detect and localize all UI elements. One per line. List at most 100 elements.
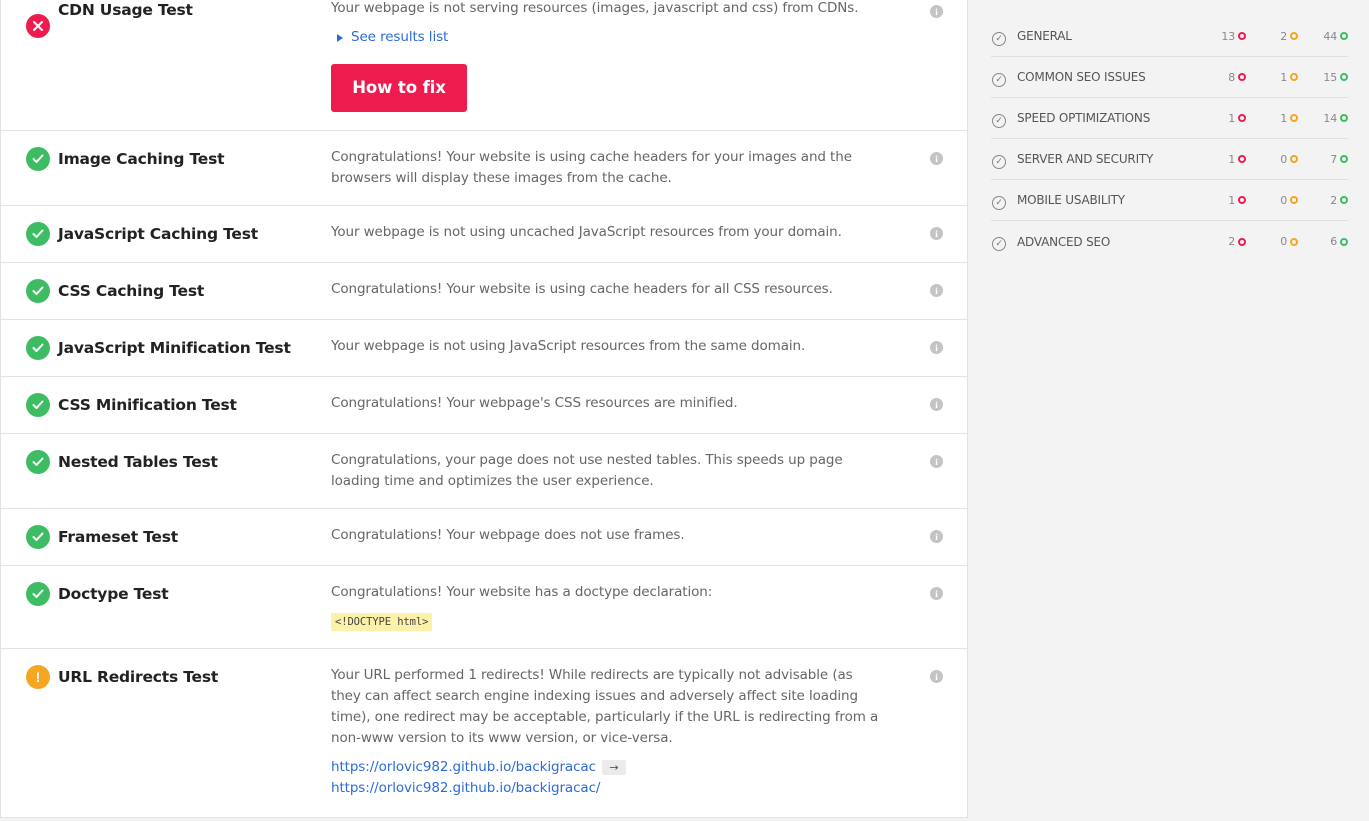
- failed-count: 13: [1216, 30, 1246, 43]
- warning-count: 0: [1246, 194, 1298, 207]
- test-description-block: Congratulations! Your website has a doct…: [331, 566, 879, 648]
- info-icon[interactable]: i: [930, 530, 943, 543]
- info-icon[interactable]: i: [930, 455, 943, 468]
- failed-dot-icon: [1238, 196, 1246, 204]
- warning-dot-icon: [1290, 32, 1298, 40]
- passed-dot-icon: [1340, 73, 1348, 81]
- info-icon[interactable]: i: [930, 152, 943, 165]
- test-row-cdn-usage: CDN Usage Test Your webpage is not servi…: [1, 0, 967, 131]
- warning-dot-icon: [1290, 237, 1298, 246]
- test-row-doctype: Doctype Test Congratulations! Your websi…: [1, 566, 967, 649]
- pass-check-icon: [26, 525, 50, 549]
- failed-count: 1: [1216, 194, 1246, 207]
- info-icon[interactable]: i: [930, 398, 943, 411]
- category-advanced-seo[interactable]: ✓ ADVANCED SEO 2 0 6: [991, 221, 1348, 262]
- test-description: Congratulations! Your webpage does not u…: [331, 527, 685, 543]
- passed-count: 6: [1298, 235, 1348, 248]
- failed-count: 1: [1216, 112, 1246, 125]
- test-name: Frameset Test: [58, 528, 178, 546]
- passed-count: 44: [1298, 30, 1348, 43]
- redirect-link-row: https://orlovic982.github.io/backigracac…: [331, 757, 879, 778]
- test-row-image-caching: Image Caching Test Congratulations! Your…: [1, 131, 967, 206]
- test-description: Congratulations! Your webpage's CSS reso…: [331, 395, 738, 411]
- category-speed-optimizations[interactable]: ✓ SPEED OPTIMIZATIONS 1 1 14: [991, 98, 1348, 139]
- pass-check-icon: [26, 147, 50, 171]
- category-mobile-usability[interactable]: ✓ MOBILE USABILITY 1 0 2: [991, 180, 1348, 221]
- test-description-block: Your webpage is not serving resources (i…: [331, 0, 879, 128]
- failed-dot-icon: [1238, 73, 1246, 81]
- test-description: Your webpage is not using uncached JavaS…: [331, 224, 842, 240]
- category-label: GENERAL: [1017, 29, 1072, 43]
- info-icon[interactable]: i: [930, 5, 943, 18]
- failed-dot-icon: [1238, 237, 1246, 246]
- pass-check-icon: [26, 582, 50, 606]
- warning-count: 1: [1246, 71, 1298, 84]
- test-name: JavaScript Caching Test: [58, 225, 258, 243]
- failed-count: 1: [1216, 153, 1246, 166]
- warning-exclamation-icon: !: [26, 665, 50, 689]
- test-description: Your webpage is not using JavaScript res…: [331, 338, 806, 354]
- failed-dot-icon: [1238, 114, 1246, 122]
- pass-check-icon: [26, 279, 50, 303]
- test-description: Congratulations, your page does not use …: [331, 452, 843, 489]
- check-circle-icon: ✓: [992, 31, 1006, 46]
- test-description: Congratulations! Your website is using c…: [331, 149, 852, 186]
- category-label: COMMON SEO ISSUES: [1017, 70, 1146, 84]
- passed-dot-icon: [1340, 32, 1348, 40]
- failed-dot-icon: [1238, 32, 1246, 40]
- test-description: Your URL performed 1 redirects! While re…: [331, 667, 879, 746]
- category-summary-sidebar: ✓ GENERAL 13 2 44 ✓ COMMON SEO ISSUES 8 …: [991, 16, 1348, 262]
- info-icon[interactable]: i: [930, 587, 943, 600]
- redirect-chain: https://orlovic982.github.io/backigracac…: [331, 757, 879, 799]
- pass-check-icon: [26, 336, 50, 360]
- test-name: CSS Caching Test: [58, 282, 205, 300]
- warning-dot-icon: [1290, 155, 1298, 163]
- how-to-fix-button[interactable]: How to fix: [331, 64, 467, 112]
- category-general[interactable]: ✓ GENERAL 13 2 44: [991, 16, 1348, 57]
- warning-dot-icon: [1290, 196, 1298, 204]
- failed-dot-icon: [1238, 155, 1246, 163]
- info-icon[interactable]: i: [930, 670, 943, 683]
- test-description: Your webpage is not serving resources (i…: [331, 0, 859, 16]
- test-row-css-caching: CSS Caching Test Congratulations! Your w…: [1, 263, 967, 320]
- test-row-javascript-caching: JavaScript Caching Test Your webpage is …: [1, 206, 967, 263]
- passed-dot-icon: [1340, 155, 1348, 163]
- passed-dot-icon: [1340, 114, 1348, 122]
- warning-dot-icon: [1290, 73, 1298, 81]
- check-circle-icon: ✓: [992, 154, 1006, 169]
- see-results-toggle[interactable]: See results list: [337, 27, 879, 48]
- redirect-from-link[interactable]: https://orlovic982.github.io/backigracac: [331, 759, 596, 775]
- info-icon[interactable]: i: [930, 227, 943, 240]
- redirect-to-link[interactable]: https://orlovic982.github.io/backigracac…: [331, 778, 879, 799]
- doctype-code: <!DOCTYPE html>: [331, 613, 433, 631]
- arrow-right-icon: →: [601, 759, 626, 775]
- pass-check-icon: [26, 393, 50, 417]
- test-row-frameset: Frameset Test Congratulations! Your webp…: [1, 509, 967, 566]
- test-row-url-redirects: ! URL Redirects Test Your URL performed …: [1, 649, 967, 819]
- test-name: Doctype Test: [58, 585, 169, 603]
- info-icon[interactable]: i: [930, 284, 943, 297]
- warning-count: 0: [1246, 153, 1298, 166]
- test-row-javascript-minification: JavaScript Minification Test Your webpag…: [1, 320, 967, 377]
- test-name: CSS Minification Test: [58, 396, 237, 414]
- category-server-and-security[interactable]: ✓ SERVER AND SECURITY 1 0 7: [991, 139, 1348, 180]
- test-row-css-minification: CSS Minification Test Congratulations! Y…: [1, 377, 967, 434]
- info-icon[interactable]: i: [930, 341, 943, 354]
- category-label: SPEED OPTIMIZATIONS: [1017, 111, 1151, 125]
- fail-x-icon: [26, 14, 50, 38]
- category-label: ADVANCED SEO: [1017, 234, 1111, 249]
- test-name: CDN Usage Test: [58, 1, 193, 19]
- failed-count: 8: [1216, 71, 1246, 84]
- pass-check-icon: [26, 222, 50, 246]
- passed-count: 15: [1298, 71, 1348, 84]
- pass-check-icon: [26, 450, 50, 474]
- test-description: Congratulations! Your website is using c…: [331, 281, 833, 297]
- test-name: Nested Tables Test: [58, 453, 218, 471]
- category-common-seo-issues[interactable]: ✓ COMMON SEO ISSUES 8 1 15: [991, 57, 1348, 98]
- test-name: JavaScript Minification Test: [58, 339, 291, 357]
- test-description-block: Your URL performed 1 redirects! While re…: [331, 649, 879, 815]
- test-row-nested-tables: Nested Tables Test Congratulations, your…: [1, 434, 967, 509]
- see-results-label: See results list: [351, 29, 449, 45]
- warning-count: 1: [1246, 112, 1298, 125]
- passed-dot-icon: [1340, 237, 1348, 246]
